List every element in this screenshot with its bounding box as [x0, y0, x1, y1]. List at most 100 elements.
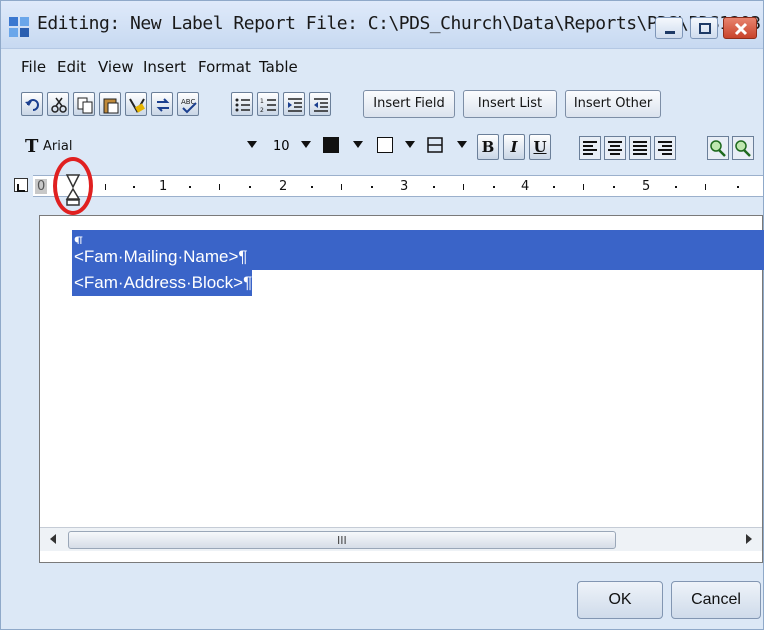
highlight-circle	[53, 157, 93, 215]
ruler-dot	[433, 186, 435, 188]
size-dropdown-arrow-icon[interactable]	[301, 141, 311, 148]
align-left-icon[interactable]	[579, 136, 601, 160]
scroll-left-arrow-icon[interactable]	[50, 534, 56, 544]
ruler-label-3: 3	[400, 179, 409, 194]
menu-file[interactable]: File	[21, 58, 46, 76]
undo-icon	[25, 99, 39, 111]
spellcheck-button[interactable]: ABC	[177, 92, 199, 116]
app-icon	[9, 17, 29, 37]
font-size-select[interactable]: 10	[273, 139, 290, 154]
close-icon	[734, 22, 748, 36]
insert-field-button[interactable]: Insert Field	[363, 90, 455, 118]
indent-increase-button[interactable]	[283, 92, 305, 116]
maximize-button[interactable]	[690, 17, 718, 39]
indent-decrease-button[interactable]	[309, 92, 331, 116]
align-justify-icon[interactable]	[629, 136, 651, 160]
ruler-label-4: 4	[521, 179, 530, 194]
border-icon[interactable]	[425, 135, 445, 155]
paste-button[interactable]	[99, 92, 121, 116]
scroll-right-arrow-icon[interactable]	[746, 534, 752, 544]
font-icon: T	[25, 136, 39, 157]
horizontal-scrollbar[interactable]: III	[40, 527, 762, 551]
ruler-dot	[311, 186, 313, 188]
minimize-button[interactable]	[655, 17, 683, 39]
clear-format-icon	[129, 98, 145, 113]
ruler-label-2: 2	[279, 179, 288, 194]
text-color-swatch[interactable]	[323, 137, 339, 153]
find-replace-icon	[156, 98, 170, 112]
ok-button[interactable]: OK	[577, 581, 663, 619]
menu-table[interactable]: Table	[259, 58, 298, 76]
font-dropdown-arrow-icon[interactable]	[247, 141, 257, 148]
cut-icon	[51, 97, 67, 113]
ruler-dot	[675, 186, 677, 188]
ruler-tick	[583, 184, 584, 190]
background-color-swatch[interactable]	[377, 137, 393, 153]
menu-edit[interactable]: Edit	[57, 58, 86, 76]
menu-bar: File Edit View Insert Format Table	[1, 53, 763, 81]
ruler-tick	[705, 184, 706, 190]
ruler-row: 0 1 2 3 4 5	[1, 171, 763, 201]
minimize-icon	[665, 31, 675, 34]
ruler-dot	[493, 186, 495, 188]
ruler-label-5: 5	[642, 179, 651, 194]
underline-button[interactable]: U	[529, 134, 551, 160]
italic-button[interactable]: I	[503, 134, 525, 160]
maximize-icon	[699, 23, 711, 34]
document-editor[interactable]: ¶ <Fam·Mailing·Name>¶ <Fam·Address·Block…	[39, 215, 764, 563]
ruler-tick	[341, 184, 342, 190]
copy-button[interactable]	[73, 92, 95, 116]
main-toolbar: ABC 12 Insert Field Insert List Insert O…	[1, 85, 763, 125]
ruler-dot	[249, 186, 251, 188]
insert-list-button[interactable]: Insert List	[463, 90, 557, 118]
editor-window: Editing: New Label Report File: C:\PDS_C…	[0, 0, 764, 630]
text-color-arrow-icon[interactable]	[353, 141, 363, 148]
tab-left-icon	[17, 184, 25, 192]
insert-other-button[interactable]: Insert Other	[565, 90, 661, 118]
zoom-in-icon[interactable]	[707, 136, 729, 160]
ruler[interactable]: 0 1 2 3 4 5	[33, 175, 763, 197]
bullet-list-icon	[235, 98, 250, 112]
zoom-out-icon[interactable]	[732, 136, 754, 160]
spellcheck-icon: ABC	[181, 98, 197, 114]
ruler-dot	[371, 186, 373, 188]
bullet-list-button[interactable]	[231, 92, 253, 116]
menu-view[interactable]: View	[98, 58, 134, 76]
border-arrow-icon[interactable]	[457, 141, 467, 148]
indent-increase-icon	[288, 98, 302, 112]
numbered-list-icon: 12	[260, 98, 276, 114]
menu-insert[interactable]: Insert	[143, 58, 186, 76]
svg-text:2: 2	[260, 107, 264, 114]
undo-button[interactable]	[21, 92, 43, 116]
scroll-thumb[interactable]: III	[68, 531, 616, 549]
ruler-tick	[463, 184, 464, 190]
ruler-tick	[105, 184, 106, 190]
selected-line: <Fam·Address·Block>¶	[72, 270, 253, 296]
numbered-list-button[interactable]: 12	[257, 92, 279, 116]
ruler-dot	[553, 186, 555, 188]
align-right-icon[interactable]	[654, 136, 676, 160]
clear-format-button[interactable]	[125, 92, 147, 116]
scroll-grip: III	[337, 534, 347, 547]
ruler-dot	[613, 186, 615, 188]
paste-icon	[103, 98, 119, 114]
cut-button[interactable]	[47, 92, 69, 116]
indent-decrease-icon	[314, 98, 328, 112]
background-color-arrow-icon[interactable]	[405, 141, 415, 148]
font-select[interactable]: T Arial	[21, 134, 261, 160]
align-center-icon[interactable]	[604, 136, 626, 160]
tab-type-button[interactable]	[14, 178, 28, 192]
ruler-tick	[219, 184, 220, 190]
format-toolbar: T Arial 10 B I U	[1, 129, 763, 167]
ruler-dot	[133, 186, 135, 188]
find-replace-button[interactable]	[151, 92, 173, 116]
cancel-button[interactable]: Cancel	[671, 581, 761, 619]
ruler-dot	[737, 186, 739, 188]
ruler-label-1: 1	[159, 179, 168, 194]
ruler-zero: 0	[35, 179, 48, 194]
svg-text:1: 1	[260, 98, 264, 105]
ruler-dot	[189, 186, 191, 188]
close-button[interactable]	[723, 17, 757, 39]
menu-format[interactable]: Format	[198, 58, 251, 76]
bold-button[interactable]: B	[477, 134, 499, 160]
